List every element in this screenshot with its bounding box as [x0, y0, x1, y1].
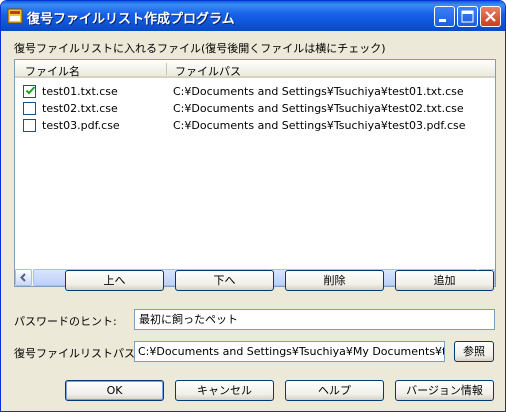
- list-header: ファイル名 ファイルパス: [15, 60, 495, 78]
- minimize-button[interactable]: [434, 6, 455, 27]
- delete-button[interactable]: 削除: [285, 270, 384, 291]
- move-down-button[interactable]: 下へ: [175, 270, 274, 291]
- add-button[interactable]: 追加: [395, 270, 494, 291]
- open-after-decrypt-checkbox[interactable]: [23, 119, 36, 132]
- main-window: 復号ファイルリスト作成プログラム 復号ファイルリストに入れるファイル(復号後開く…: [0, 0, 506, 412]
- file-name-cell: test01.txt.cse: [42, 85, 118, 98]
- file-name-cell: test02.txt.cse: [42, 102, 118, 115]
- minimize-icon: [439, 19, 446, 22]
- ok-button[interactable]: OK: [65, 380, 164, 401]
- cancel-button[interactable]: キャンセル: [175, 380, 274, 401]
- list-item[interactable]: test03.pdf.cse C:¥Documents and Settings…: [15, 117, 495, 134]
- file-path-cell: C:¥Documents and Settings¥Tsuchiya¥test0…: [173, 119, 466, 132]
- version-info-button[interactable]: バージョン情報: [395, 380, 494, 401]
- list-item[interactable]: test02.txt.cse C:¥Documents and Settings…: [15, 100, 495, 117]
- app-icon: [7, 8, 23, 24]
- list-path-input[interactable]: C:¥Documents and Settings¥Tsuchiya¥My Do…: [134, 341, 445, 362]
- dialog-body: 復号ファイルリストに入れるファイル(復号後開くファイルは横にチェック) ファイル…: [4, 31, 502, 409]
- open-after-decrypt-checkbox[interactable]: [23, 85, 36, 98]
- maximize-button[interactable]: [457, 6, 478, 27]
- column-header-filename[interactable]: ファイル名: [25, 63, 80, 79]
- scroll-left-button[interactable]: [15, 269, 32, 286]
- move-up-button[interactable]: 上へ: [65, 270, 164, 291]
- checkmark-icon: [25, 86, 36, 95]
- file-name-cell: test03.pdf.cse: [42, 119, 120, 132]
- file-path-cell: C:¥Documents and Settings¥Tsuchiya¥test0…: [173, 102, 464, 115]
- help-button[interactable]: ヘルプ: [285, 380, 384, 401]
- file-list-label: 復号ファイルリストに入れるファイル(復号後開くファイルは横にチェック): [14, 42, 386, 55]
- password-hint-input[interactable]: 最初に飼ったペット: [134, 309, 495, 330]
- close-button[interactable]: [480, 6, 501, 27]
- password-hint-label: パスワードのヒント:: [14, 315, 117, 328]
- open-after-decrypt-checkbox[interactable]: [23, 102, 36, 115]
- file-path-cell: C:¥Documents and Settings¥Tsuchiya¥test0…: [173, 85, 464, 98]
- maximize-icon: [461, 10, 474, 23]
- browse-button[interactable]: 参照: [454, 341, 494, 362]
- close-icon: [485, 11, 496, 22]
- file-list[interactable]: ファイル名 ファイルパス test01.txt.cse C:¥Documents…: [14, 59, 496, 287]
- column-header-filepath[interactable]: ファイルパス: [175, 63, 241, 79]
- chevron-left-icon: [20, 273, 26, 282]
- list-item[interactable]: test01.txt.cse C:¥Documents and Settings…: [15, 83, 495, 100]
- list-path-label: 復号ファイルリストパス:: [14, 347, 139, 360]
- window-title: 復号ファイルリスト作成プログラム: [27, 12, 235, 27]
- title-bar[interactable]: 復号ファイルリスト作成プログラム: [1, 1, 505, 31]
- column-divider[interactable]: [166, 63, 167, 75]
